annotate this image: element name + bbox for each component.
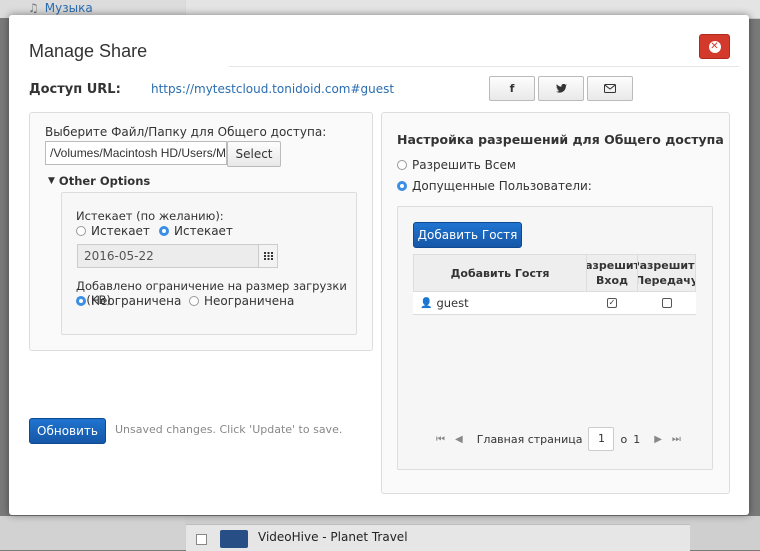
other-options-label: Other Options bbox=[58, 174, 151, 188]
login-checkbox[interactable]: ✓ bbox=[607, 298, 617, 308]
column-header-transfer[interactable]: Разрешить Передачу bbox=[637, 254, 696, 292]
calendar-button[interactable] bbox=[258, 244, 278, 268]
expires-option-label: Истекает bbox=[91, 224, 150, 238]
facebook-icon: f bbox=[509, 82, 515, 95]
page-number-input[interactable]: 1 bbox=[588, 427, 615, 451]
expires-label: Истекает (по желанию): bbox=[76, 209, 224, 223]
limit-radio-1[interactable]: Неограничена bbox=[76, 294, 181, 308]
user-icon: 👤 bbox=[420, 297, 433, 309]
music-note-icon: ♫ bbox=[28, 1, 39, 15]
twitter-share-button[interactable] bbox=[538, 76, 584, 101]
prev-page-icon[interactable]: ◀ bbox=[455, 434, 463, 445]
limit-option-label: Неограничена bbox=[91, 294, 182, 308]
column-header-login[interactable]: Разрешить Вход bbox=[586, 254, 638, 292]
share-source-panel: Выберите Файл/Папку для Общего доступа: … bbox=[29, 112, 373, 351]
pager-total: 1 bbox=[633, 432, 641, 446]
last-page-icon[interactable]: ⏭ bbox=[672, 434, 681, 445]
limit-radio-2[interactable]: Неограничена bbox=[189, 294, 294, 308]
limit-option-label: Неограничена bbox=[204, 294, 295, 308]
pager-label: Главная страница bbox=[476, 432, 583, 446]
triangle-down-icon: ▼ bbox=[48, 176, 55, 186]
pager-of: o bbox=[620, 432, 628, 446]
next-page-icon[interactable]: ▶ bbox=[654, 434, 662, 445]
path-input[interactable]: /Volumes/Macintosh HD/Users/M bbox=[45, 141, 227, 165]
folder-icon bbox=[220, 530, 248, 548]
access-url-label: Доступ URL: bbox=[29, 82, 121, 97]
facebook-share-button[interactable]: f bbox=[489, 76, 535, 101]
other-options-box: Истекает (по желанию): Истекает Истекает… bbox=[61, 192, 357, 335]
login-cell: ✓ bbox=[586, 292, 638, 315]
column-header-guest[interactable]: Добавить Гостя bbox=[413, 254, 587, 292]
expires-radio-2[interactable]: Истекает bbox=[159, 224, 233, 238]
other-options-toggle[interactable]: ▼ Other Options bbox=[48, 174, 150, 188]
radio-unchecked-icon bbox=[189, 296, 199, 306]
permissions-title: Настройка разрешений для Общего доступа bbox=[397, 132, 724, 147]
sidebar-item-music[interactable]: ♫ Музыка bbox=[28, 1, 93, 15]
radio-checked-icon bbox=[397, 181, 407, 191]
allow-all-label: Разрешить Всем bbox=[412, 158, 516, 172]
expiry-date-input[interactable]: 2016-05-22 bbox=[77, 244, 260, 268]
allow-all-radio[interactable]: Разрешить Всем bbox=[397, 158, 516, 172]
email-icon bbox=[604, 84, 616, 93]
add-guest-button[interactable]: Добавить Гостя bbox=[413, 222, 522, 248]
select-button[interactable]: Select bbox=[227, 141, 281, 167]
file-row-checkbox[interactable] bbox=[196, 534, 207, 545]
guest-name: guest bbox=[436, 296, 469, 310]
close-icon: ✕ bbox=[708, 40, 721, 53]
select-file-label: Выберите Файл/Папку для Общего доступа: bbox=[45, 125, 327, 139]
twitter-icon bbox=[555, 84, 567, 93]
dialog-title: Manage Share bbox=[29, 41, 148, 61]
email-share-button[interactable] bbox=[587, 76, 633, 101]
background-sidebar-bottom bbox=[0, 516, 185, 550]
radio-checked-icon bbox=[159, 226, 169, 236]
radio-unchecked-icon bbox=[397, 160, 407, 170]
transfer-checkbox[interactable] bbox=[661, 298, 672, 308]
allowed-users-radio[interactable]: Допущенные Пользователи: bbox=[397, 179, 592, 193]
permissions-panel: Настройка разрешений для Общего доступа … bbox=[381, 112, 730, 494]
pagination: ⏮ ◀ Главная страница 1 o 1 ▶ ⏭ bbox=[436, 427, 691, 451]
allowed-users-label: Допущенные Пользователи: bbox=[412, 179, 592, 193]
radio-unchecked-icon bbox=[76, 226, 86, 236]
file-row-name: VideoHive - Planet Travel bbox=[258, 530, 408, 544]
file-row[interactable]: VideoHive - Planet Travel bbox=[186, 524, 690, 551]
unsaved-changes-text: Unsaved changes. Click 'Update' to save. bbox=[115, 423, 343, 436]
expires-radio-1[interactable]: Истекает bbox=[76, 224, 150, 238]
table-row[interactable]: 👤 guest bbox=[413, 292, 587, 315]
share-url-link[interactable]: https://mytestcloud.tonidoid.com#guest bbox=[151, 82, 394, 96]
update-button[interactable]: Обновить bbox=[29, 418, 106, 444]
first-page-icon[interactable]: ⏮ bbox=[436, 434, 445, 445]
manage-share-dialog: Manage Share ✕ Доступ URL: https://mytes… bbox=[9, 15, 749, 515]
guests-box: Добавить Гостя Добавить Гостя Разрешить … bbox=[397, 206, 713, 470]
close-button[interactable]: ✕ bbox=[699, 34, 730, 59]
calendar-icon bbox=[263, 252, 273, 260]
title-divider bbox=[229, 66, 739, 67]
sidebar-item-label: Музыка bbox=[44, 1, 93, 15]
radio-checked-icon bbox=[76, 296, 86, 306]
background-file-list: VideoHive - Planet Travel bbox=[0, 516, 760, 551]
transfer-cell bbox=[637, 292, 696, 315]
expires-option-label: Истекает bbox=[174, 224, 233, 238]
